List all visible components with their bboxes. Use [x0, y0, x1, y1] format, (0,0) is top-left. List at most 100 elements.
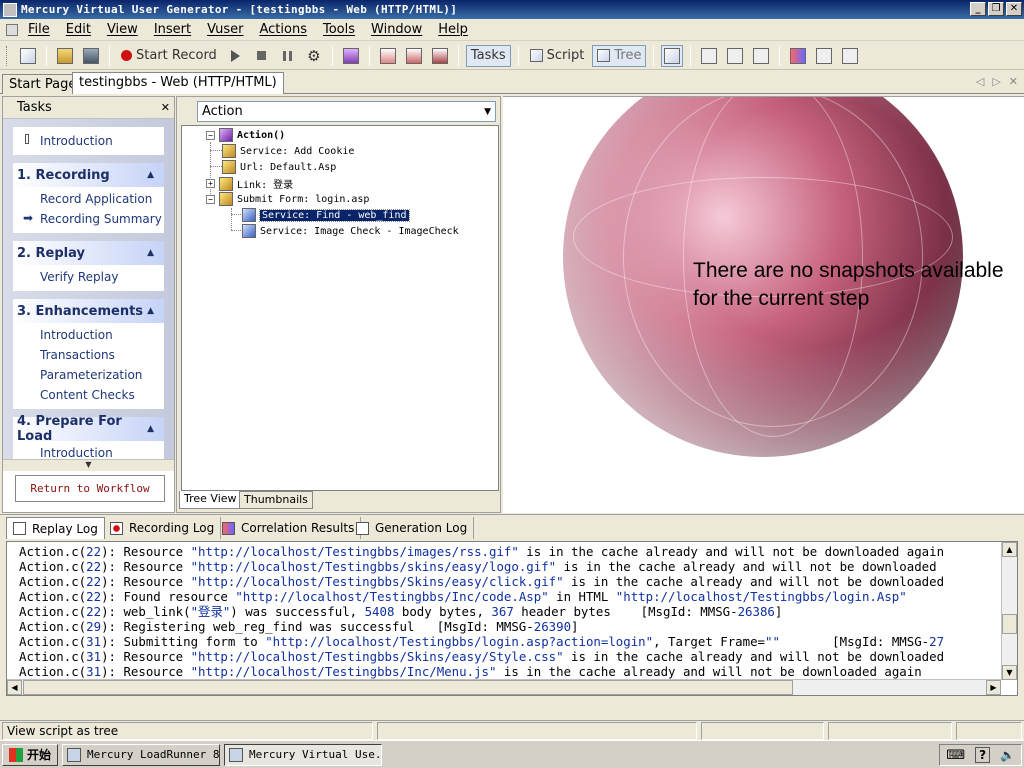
expand-icon[interactable]: +: [206, 179, 215, 188]
task-item-transactions[interactable]: Transactions: [13, 345, 164, 365]
task-item-verify-replay[interactable]: Verify Replay: [13, 267, 164, 287]
record-icon: [121, 50, 132, 61]
script-view-button[interactable]: Script: [526, 45, 589, 67]
menu-file[interactable]: File: [20, 22, 58, 37]
tab-replay-log[interactable]: Replay Log: [6, 517, 105, 539]
menu-tools[interactable]: Tools: [315, 22, 363, 37]
tasks-close-icon[interactable]: ✕: [161, 101, 170, 114]
text-view-icon[interactable]: [750, 45, 772, 67]
properties-icon[interactable]: [813, 45, 835, 67]
save-icon[interactable]: [80, 45, 102, 67]
page-view-icon[interactable]: [698, 45, 720, 67]
scroll-thumb[interactable]: [23, 680, 793, 695]
chevron-down-icon[interactable]: ▼: [484, 107, 491, 119]
scroll-up-icon[interactable]: ▲: [1002, 542, 1017, 557]
tree-node-submit-form[interactable]: − Submit Form: login.asp: [206, 192, 369, 206]
runtime-settings-gear-icon[interactable]: ⚙: [303, 45, 325, 67]
log-lines: Action.c(22): Resource "http://localhost…: [19, 544, 944, 694]
collapse-icon[interactable]: ▲: [147, 424, 154, 434]
scroll-left-icon[interactable]: ◀: [7, 680, 22, 695]
speaker-icon[interactable]: 🔈: [1000, 748, 1015, 762]
task-group-header[interactable]: 1. Recording ▲: [13, 163, 164, 187]
keyboard-icon[interactable]: ⌨: [946, 748, 965, 763]
tab-generation-log[interactable]: Generation Log: [350, 517, 475, 539]
step-into-icon[interactable]: [377, 45, 399, 67]
log-horizontal-scrollbar[interactable]: ◀ ▶: [7, 679, 1001, 695]
task-item-introduction[interactable]: Introduction: [13, 325, 164, 345]
toolbar-grip[interactable]: [6, 45, 9, 66]
tree-node-add-cookie[interactable]: Service: Add Cookie: [222, 144, 354, 158]
tab-close-icon[interactable]: ✕: [1009, 75, 1018, 88]
app-icon[interactable]: [3, 2, 17, 17]
return-to-workflow-button[interactable]: Return to Workflow: [15, 475, 165, 502]
tasks-toggle-button[interactable]: Tasks: [465, 44, 511, 67]
menu-help[interactable]: Help: [430, 22, 476, 37]
split-view-icon[interactable]: [724, 45, 746, 67]
replay-log-output[interactable]: Action.c(22): Resource "http://localhost…: [6, 541, 1018, 696]
stop-button[interactable]: [251, 45, 273, 67]
task-item-recording-summary[interactable]: ➡ Recording Summary: [13, 209, 164, 229]
tree-node-url[interactable]: Url: Default.Asp: [222, 160, 336, 174]
log-vertical-scrollbar[interactable]: ▲ ▼: [1001, 542, 1017, 680]
task-group-header[interactable]: 4. Prepare For Load ▲: [13, 414, 164, 444]
breakpoint-icon[interactable]: [403, 45, 425, 67]
menu-insert[interactable]: Insert: [146, 22, 199, 37]
open-folder-icon[interactable]: [54, 45, 76, 67]
task-item-content-checks[interactable]: Content Checks: [13, 385, 164, 405]
tree-node-link[interactable]: + Link: 登录: [206, 176, 293, 191]
help-icon[interactable]: ?: [975, 747, 991, 763]
menu-edit[interactable]: Edit: [58, 22, 99, 37]
close-button[interactable]: ✕: [1006, 2, 1022, 16]
form-icon: [219, 192, 233, 206]
tab-thumbnails[interactable]: Thumbnails: [239, 491, 313, 509]
document-menu-icon[interactable]: [6, 23, 18, 36]
log-line: Action.c(31): Submitting form to "http:/…: [19, 634, 945, 649]
collapse-icon[interactable]: −: [206, 194, 215, 204]
new-icon[interactable]: [17, 45, 39, 67]
tab-correlation-results[interactable]: Correlation Results: [216, 517, 362, 539]
collapse-icon[interactable]: ▲: [147, 170, 154, 180]
tree-node-web-find[interactable]: Service: Find - web_find: [242, 208, 410, 222]
collapse-icon[interactable]: −: [206, 130, 215, 140]
current-step-arrow-icon: ➡: [23, 211, 34, 225]
vugen-icon: [229, 747, 244, 762]
snapshot-pane-icon[interactable]: [661, 44, 684, 67]
minimize-button[interactable]: _: [970, 2, 986, 16]
tasks-scroll-down-icon[interactable]: ▼: [3, 459, 174, 471]
compare-icon[interactable]: [787, 45, 809, 67]
tab-tree-view[interactable]: Tree View: [179, 491, 242, 509]
start-record-button[interactable]: Start Record: [117, 45, 221, 67]
menu-window[interactable]: Window: [363, 22, 430, 37]
task-item-record-application[interactable]: Record Application: [13, 189, 164, 209]
menu-vuser[interactable]: Vuser: [199, 22, 251, 37]
tree-node-action[interactable]: − Action(): [206, 128, 285, 142]
action-select[interactable]: Action ▼: [197, 101, 496, 122]
collapse-icon[interactable]: ▲: [147, 248, 154, 258]
scroll-down-icon[interactable]: ▼: [1002, 665, 1017, 680]
task-item-parameterization[interactable]: Parameterization: [13, 365, 164, 385]
compile-icon[interactable]: [340, 45, 362, 67]
export-icon[interactable]: [839, 45, 861, 67]
task-item-introduction[interactable]: Introduction: [13, 131, 164, 151]
tab-scroll-right-icon[interactable]: ▷: [992, 75, 1000, 88]
pause-button[interactable]: [277, 45, 299, 67]
tab-scroll-left-icon[interactable]: ◁: [976, 75, 984, 88]
tree-node-image-check[interactable]: Service: Image Check - ImageCheck: [242, 224, 459, 238]
log-line: Action.c(22): Found resource "http://loc…: [19, 589, 907, 604]
collapse-icon[interactable]: ▲: [147, 306, 154, 316]
task-group-header[interactable]: 2. Replay ▲: [13, 241, 164, 265]
taskbar-item-loadrunner[interactable]: Mercury LoadRunner 8.1: [62, 743, 221, 766]
scroll-right-icon[interactable]: ▶: [986, 680, 1001, 695]
menu-actions[interactable]: Actions: [251, 22, 315, 37]
task-group-header[interactable]: 3. Enhancements ▲: [13, 299, 164, 323]
tab-testingbbs[interactable]: testingbbs - Web (HTTP/HTML): [72, 72, 284, 94]
run-button[interactable]: [225, 45, 247, 67]
scroll-thumb[interactable]: [1002, 614, 1017, 634]
menu-view[interactable]: View: [99, 22, 146, 37]
start-button[interactable]: 开始: [2, 743, 59, 766]
bookmark-icon[interactable]: [429, 45, 451, 67]
taskbar-item-vugen[interactable]: Mercury Virtual Use...: [224, 743, 383, 766]
tree-view-button[interactable]: Tree: [592, 44, 647, 67]
restore-button[interactable]: ❐: [988, 2, 1004, 16]
tab-recording-log[interactable]: Recording Log: [104, 517, 222, 539]
